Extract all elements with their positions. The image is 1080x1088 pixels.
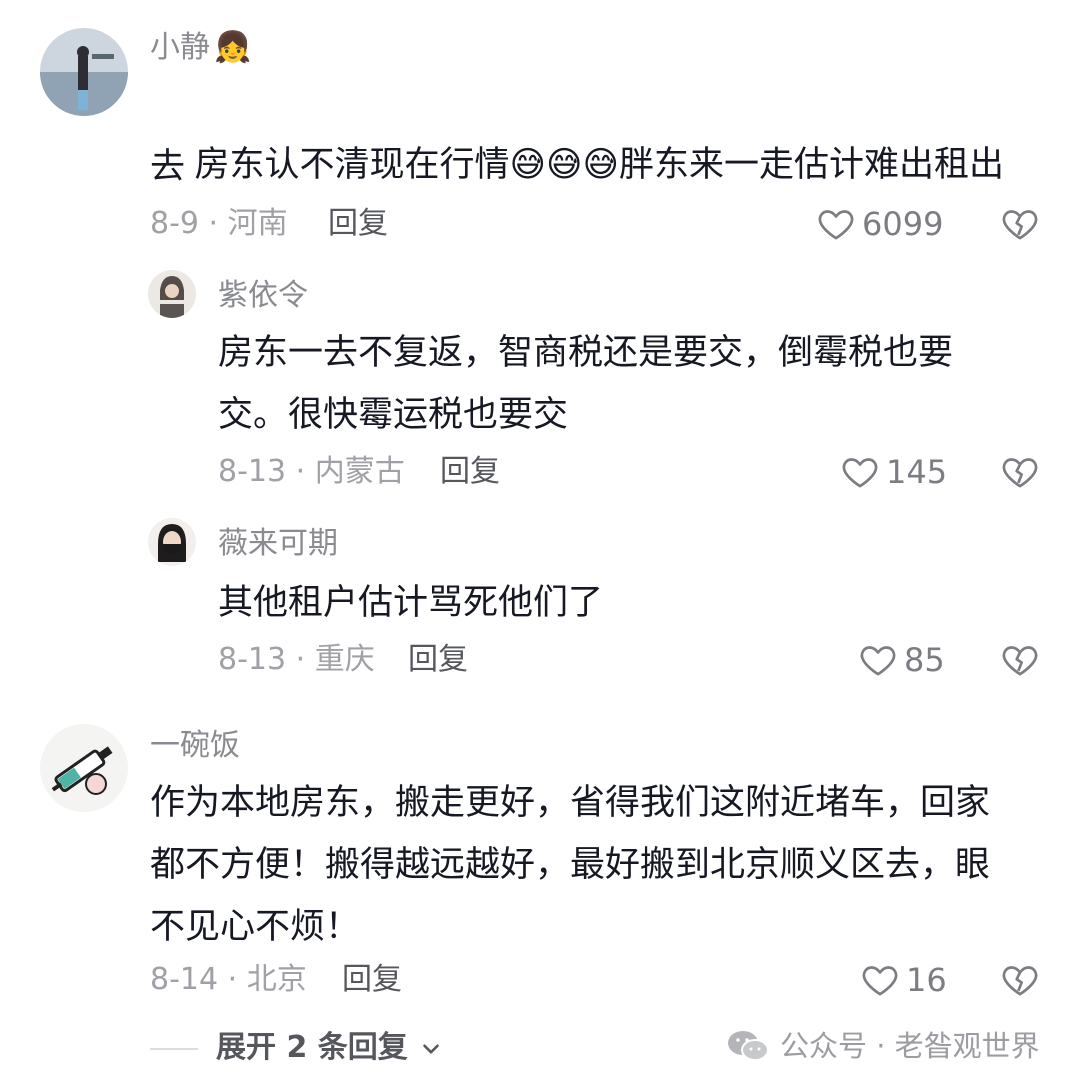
avatar[interactable]: [148, 270, 196, 318]
wechat-icon: [728, 1031, 769, 1061]
reply-button[interactable]: 回复: [440, 452, 500, 492]
comment-text-part1: 房东认不清现在行情: [194, 145, 510, 185]
expand-replies-button[interactable]: 展开 2 条回复: [216, 1028, 444, 1068]
avatar[interactable]: [40, 28, 128, 116]
like-button[interactable]: 145: [840, 452, 947, 492]
expand-replies-label: 展开 2 条回复: [216, 1030, 408, 1065]
watermark: 公众号 · 老昝观世界: [726, 1026, 1040, 1066]
avatar-image: [148, 270, 196, 318]
like-count: 85: [904, 641, 945, 679]
heart-outline-icon: [860, 646, 896, 676]
heart-outline-icon: [842, 458, 878, 488]
reply-text-line2: 交。很快霉运税也要交: [218, 395, 569, 435]
reply-meta: 8-13 · 内蒙古: [218, 454, 405, 489]
reply-button[interactable]: 回复: [328, 204, 388, 244]
broken-heart-icon[interactable]: [1000, 452, 1040, 492]
girl-emoji-icon: 👧: [214, 30, 252, 65]
sweat-smile-emoji-icon: 😅😅😅: [509, 145, 619, 185]
username[interactable]: 一碗饭: [150, 726, 240, 766]
username[interactable]: 薇来可期: [218, 524, 338, 564]
username-text: 小静: [150, 30, 210, 65]
comment-meta: 8-14 · 北京: [150, 962, 307, 997]
broken-heart-icon[interactable]: [1000, 204, 1040, 244]
broken-heart-icon[interactable]: [1000, 640, 1040, 680]
username[interactable]: 紫依令: [218, 276, 308, 316]
avatar[interactable]: [148, 518, 196, 566]
like-button[interactable]: 85: [858, 640, 945, 680]
comment-text-line3: 不见心不烦！: [150, 907, 361, 947]
avatar-image: [40, 724, 128, 812]
comment-meta: 8-9 · 河南: [150, 206, 288, 241]
comment-text: 作为本地房东，搬走更好，省得我们这附近堵车，回家: [150, 783, 991, 823]
like-count: 145: [886, 453, 948, 491]
reply-button[interactable]: 回复: [342, 960, 402, 1000]
like-count: 6099: [862, 205, 944, 243]
like-button[interactable]: 6099: [816, 204, 943, 244]
reply-button[interactable]: 回复: [408, 640, 468, 680]
avatar[interactable]: [40, 724, 128, 812]
chevron-down-icon: [423, 1043, 440, 1054]
like-button[interactable]: 16: [860, 960, 947, 1000]
comment-text-part2: 胖东来一走估计难出租出: [619, 145, 1005, 185]
reply-text: 其他租户估计骂死他们了: [218, 583, 604, 623]
heart-outline-icon: [818, 210, 854, 240]
heart-outline-icon: [862, 966, 898, 996]
comment-page: 小静 👧 房东认不清现在行情😅😅😅胖东来一走估计难出租出 去 8-9 · 河南 回…: [0, 0, 1080, 1088]
comment-text-line2: 去: [150, 147, 186, 187]
watermark-text: 公众号 · 老昝观世界: [780, 1029, 1040, 1063]
expand-divider: [150, 1048, 198, 1050]
like-count: 16: [906, 961, 947, 999]
reply-text: 房东一去不复返，智商税还是要交，倒霉税也要: [218, 333, 954, 373]
reply-meta: 8-13 · 重庆: [218, 642, 375, 677]
avatar-image: [40, 28, 128, 116]
broken-heart-icon[interactable]: [1000, 960, 1040, 1000]
username[interactable]: 小静 👧: [150, 28, 251, 68]
avatar-image: [148, 518, 196, 566]
comment-text-line2: 都不方便！搬得越远越好，最好搬到北京顺义区去，眼: [150, 845, 991, 885]
